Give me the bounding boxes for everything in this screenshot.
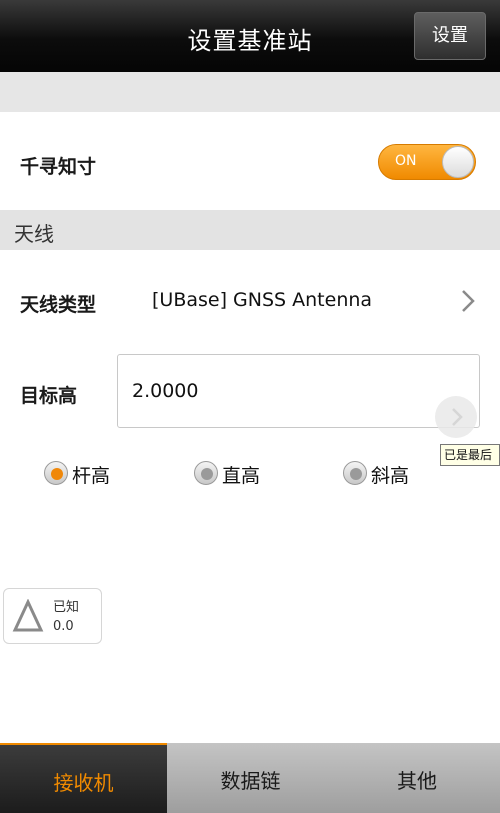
settings-button[interactable]: 设置	[414, 12, 486, 60]
known-point-value: 0.0	[53, 619, 74, 634]
qianxun-toggle[interactable]: ON	[378, 144, 476, 180]
title-bar: 设置基准站 设置	[0, 0, 500, 72]
arrow-right-icon	[452, 408, 463, 426]
bottom-tab-bar: 接收机 数据链 其他	[0, 743, 500, 813]
toggle-state-text: ON	[395, 153, 417, 169]
target-height-value: 2.0000	[132, 380, 199, 402]
section-header-antenna: 天线	[0, 210, 500, 250]
radio-circle	[343, 461, 367, 485]
qianxun-label: 千寻知寸	[20, 156, 97, 178]
radio-label: 直高	[222, 465, 261, 487]
tab-receiver[interactable]: 接收机	[0, 743, 167, 813]
target-height-label: 目标高	[20, 385, 78, 407]
radio-circle	[194, 461, 218, 485]
target-height-input[interactable]: 2.0000	[117, 354, 480, 428]
top-spacer	[0, 72, 500, 112]
radio-label: 斜高	[371, 465, 410, 487]
known-point-label: 已知	[53, 600, 80, 615]
radio-circle	[44, 461, 68, 485]
triangle-icon	[12, 599, 44, 632]
chevron-right-icon[interactable]	[458, 288, 478, 314]
toggle-knob	[442, 146, 474, 178]
known-point-widget[interactable]: 已知 0.0	[3, 588, 102, 644]
tab-other[interactable]: 其他	[334, 743, 500, 813]
antenna-type-label: 天线类型	[20, 294, 97, 316]
tab-data-link[interactable]: 数据链	[167, 743, 334, 813]
tooltip: 已是最后	[440, 444, 500, 466]
base-station-settings-screen: 设置基准站 设置 千寻知寸 ON 天线 天线类型 [UBase] GNSS An…	[0, 0, 500, 813]
next-arrow-button[interactable]	[435, 396, 477, 438]
radio-label: 杆高	[72, 465, 111, 487]
section-title: 天线	[14, 222, 54, 246]
antenna-type-value[interactable]: [UBase] GNSS Antenna	[152, 289, 372, 311]
